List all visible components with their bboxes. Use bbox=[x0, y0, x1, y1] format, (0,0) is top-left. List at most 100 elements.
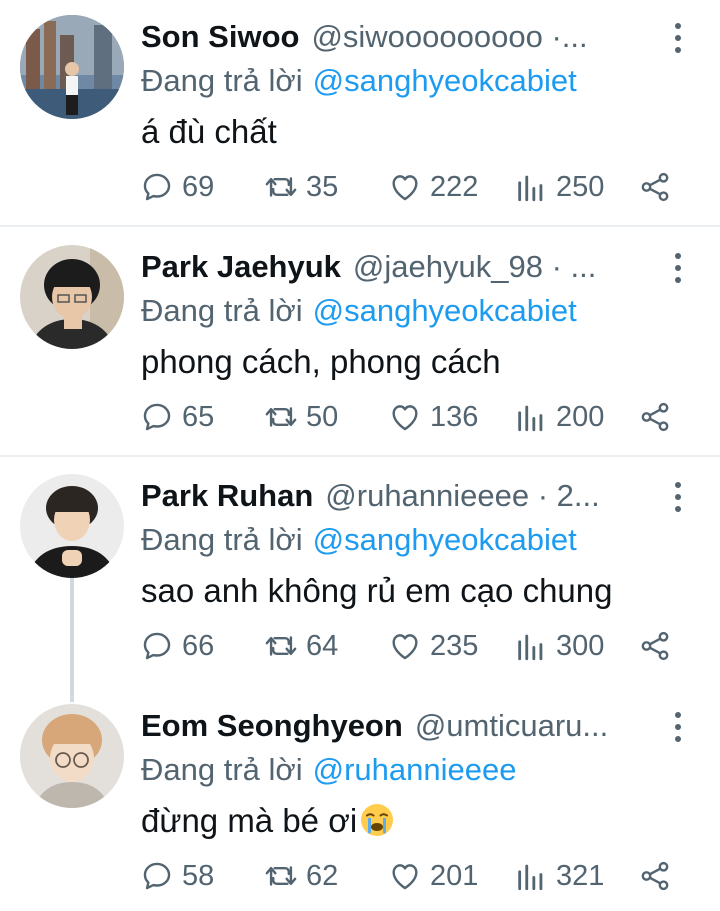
tweet[interactable]: Son Siwoo @siwooooooooo ·... Đang trả lời… bbox=[0, 15, 720, 215]
replying-label: Đang trả lời bbox=[141, 63, 303, 98]
username-handle[interactable]: @siwooooooooo ·... bbox=[311, 19, 587, 54]
like-count: 235 bbox=[430, 629, 479, 662]
tweet-actions: 66 64 235 300 bbox=[140, 626, 680, 666]
views-button[interactable]: 321 bbox=[514, 856, 604, 896]
tweet-actions: 65 50 136 200 bbox=[140, 397, 680, 437]
like-icon bbox=[392, 175, 418, 201]
like-button[interactable]: 235 bbox=[388, 626, 478, 666]
replying-to: Đang trả lời @sanghyeokcabiet bbox=[141, 59, 577, 103]
tweet-actions: 58 62 201 321 bbox=[140, 856, 680, 896]
views-count: 200 bbox=[556, 400, 605, 433]
replying-label: Đang trả lời bbox=[141, 522, 303, 557]
views-count: 321 bbox=[556, 859, 605, 892]
retweet-icon bbox=[265, 407, 297, 427]
reply-icon bbox=[143, 632, 171, 660]
retweet-count: 64 bbox=[306, 629, 339, 662]
tweet-text: phong cách, phong cách bbox=[141, 343, 501, 380]
tweet-header: Son Siwoo @siwooooooooo ·... bbox=[141, 15, 669, 59]
divider bbox=[0, 225, 720, 227]
share-button[interactable] bbox=[638, 167, 680, 207]
more-icon[interactable] bbox=[664, 710, 692, 744]
replying-to: Đang trả lời @ruhannieeee bbox=[141, 748, 516, 792]
views-button[interactable]: 250 bbox=[514, 167, 604, 207]
avatar[interactable] bbox=[20, 245, 124, 349]
retweet-button[interactable]: 62 bbox=[264, 856, 338, 896]
reply-button[interactable]: 66 bbox=[140, 626, 214, 666]
retweet-button[interactable]: 35 bbox=[264, 167, 338, 207]
share-button[interactable] bbox=[638, 856, 680, 896]
like-button[interactable]: 136 bbox=[388, 397, 478, 437]
reply-icon bbox=[143, 403, 171, 431]
like-count: 222 bbox=[430, 170, 479, 203]
retweet-icon bbox=[265, 177, 297, 197]
views-icon bbox=[518, 175, 543, 202]
reply-count: 65 bbox=[182, 400, 215, 433]
retweet-count: 50 bbox=[306, 400, 339, 433]
replying-to: Đang trả lời @sanghyeokcabiet bbox=[141, 289, 577, 333]
retweet-icon bbox=[265, 636, 297, 656]
divider bbox=[0, 455, 720, 457]
replying-label: Đang trả lời bbox=[141, 752, 303, 787]
tweet-text: đừng mà bé ơi bbox=[141, 798, 395, 844]
reply-button[interactable]: 65 bbox=[140, 397, 214, 437]
reply-button[interactable]: 69 bbox=[140, 167, 214, 207]
display-name[interactable]: Park Ruhan bbox=[141, 478, 313, 513]
more-icon[interactable] bbox=[664, 251, 692, 285]
tweet-text: sao anh không rủ em cạo chung bbox=[141, 572, 613, 609]
more-icon[interactable] bbox=[664, 480, 692, 514]
username-handle[interactable]: @umticuaru... bbox=[415, 708, 608, 743]
retweet-button[interactable]: 50 bbox=[264, 397, 338, 437]
retweet-icon bbox=[265, 866, 297, 886]
tweet-actions: 69 35 222 250 bbox=[140, 167, 680, 207]
reply-count: 58 bbox=[182, 859, 215, 892]
like-icon bbox=[392, 634, 418, 660]
tweet[interactable]: Eom Seonghyeon @umticuaru... Đang trả lời… bbox=[0, 704, 720, 904]
mention-link[interactable]: @ruhannieeee bbox=[313, 752, 517, 787]
views-icon bbox=[518, 634, 543, 661]
share-icon bbox=[641, 172, 669, 202]
share-icon bbox=[641, 631, 669, 661]
retweet-button[interactable]: 64 bbox=[264, 626, 338, 666]
views-button[interactable]: 300 bbox=[514, 626, 604, 666]
retweet-count: 35 bbox=[306, 170, 339, 203]
avatar[interactable] bbox=[20, 474, 124, 578]
tweet-text: á đù chất bbox=[141, 113, 277, 150]
like-button[interactable]: 222 bbox=[388, 167, 478, 207]
avatar[interactable] bbox=[20, 15, 124, 119]
username-handle[interactable]: @jaehyuk_98 · ... bbox=[353, 249, 596, 284]
mention-link[interactable]: @sanghyeokcabiet bbox=[313, 293, 577, 328]
display-name[interactable]: Son Siwoo bbox=[141, 19, 299, 54]
reply-feed: Son Siwoo @siwooooooooo ·... Đang trả lời… bbox=[0, 0, 720, 911]
like-button[interactable]: 201 bbox=[388, 856, 478, 896]
crying-face-emoji bbox=[361, 804, 394, 836]
retweet-count: 62 bbox=[306, 859, 339, 892]
views-button[interactable]: 200 bbox=[514, 397, 604, 437]
tweet-header: Eom Seonghyeon @umticuaru... bbox=[141, 704, 669, 748]
views-icon bbox=[518, 405, 543, 432]
tweet-header: Park Jaehyuk @jaehyuk_98 · ... bbox=[141, 245, 669, 289]
reply-count: 69 bbox=[182, 170, 215, 203]
avatar[interactable] bbox=[20, 704, 124, 808]
replying-to: Đang trả lời @sanghyeokcabiet bbox=[141, 518, 577, 562]
share-button[interactable] bbox=[638, 626, 680, 666]
like-icon bbox=[392, 405, 418, 431]
display-name[interactable]: Eom Seonghyeon bbox=[141, 708, 403, 743]
like-icon bbox=[392, 864, 418, 890]
mention-link[interactable]: @sanghyeokcabiet bbox=[313, 522, 577, 557]
views-count: 300 bbox=[556, 629, 605, 662]
tweet[interactable]: Park Ruhan @ruhannieeee · 2... Đang trả l… bbox=[0, 474, 720, 674]
replying-label: Đang trả lời bbox=[141, 293, 303, 328]
reply-count: 66 bbox=[182, 629, 215, 662]
tweet-text-content: đừng mà bé ơi bbox=[141, 802, 358, 839]
reply-button[interactable]: 58 bbox=[140, 856, 214, 896]
share-icon bbox=[641, 402, 669, 432]
display-name[interactable]: Park Jaehyuk bbox=[141, 249, 341, 284]
reply-icon bbox=[143, 173, 171, 201]
tweet[interactable]: Park Jaehyuk @jaehyuk_98 · ... Đang trả l… bbox=[0, 245, 720, 445]
mention-link[interactable]: @sanghyeokcabiet bbox=[313, 63, 577, 98]
like-count: 136 bbox=[430, 400, 479, 433]
share-button[interactable] bbox=[638, 397, 680, 437]
reply-icon bbox=[143, 862, 171, 890]
username-handle[interactable]: @ruhannieeee · 2... bbox=[325, 478, 599, 513]
more-icon[interactable] bbox=[664, 21, 692, 55]
